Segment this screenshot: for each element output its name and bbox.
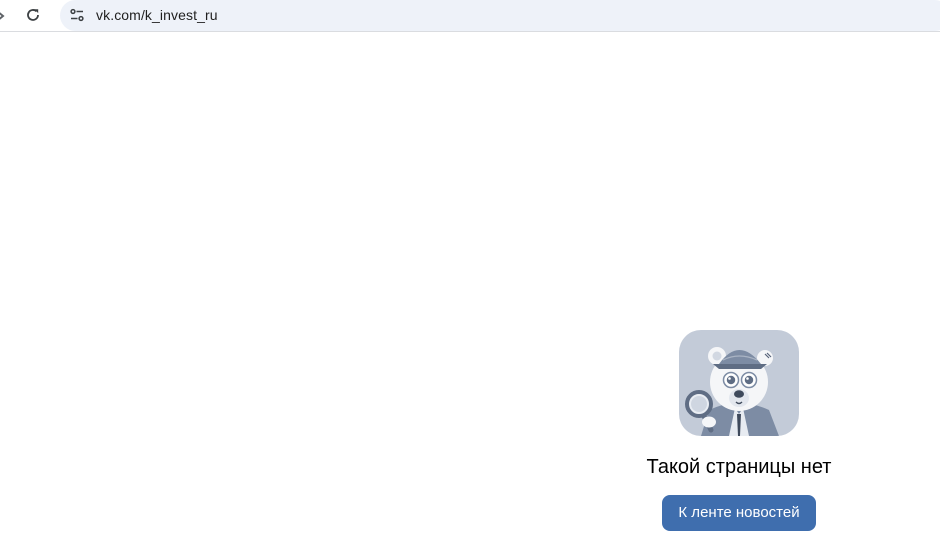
- address-bar[interactable]: vk.com/k_invest_ru: [60, 0, 940, 31]
- not-found-title: Такой страницы нет: [646, 456, 832, 478]
- detective-bear-illustration: [679, 330, 799, 436]
- url-text[interactable]: vk.com/k_invest_ru: [96, 7, 218, 23]
- page-content: Такой страницы нет К ленте новостей: [0, 32, 940, 552]
- news-feed-button[interactable]: К ленте новостей: [662, 495, 816, 531]
- reload-icon: [27, 9, 39, 21]
- site-info-button[interactable]: [67, 5, 87, 25]
- forward-icon[interactable]: [0, 9, 6, 21]
- reload-button[interactable]: [21, 3, 45, 27]
- browser-toolbar: vk.com/k_invest_ru: [0, 0, 940, 32]
- site-info-icon: [70, 8, 84, 22]
- not-found-block: Такой страницы нет К ленте новостей: [639, 330, 839, 531]
